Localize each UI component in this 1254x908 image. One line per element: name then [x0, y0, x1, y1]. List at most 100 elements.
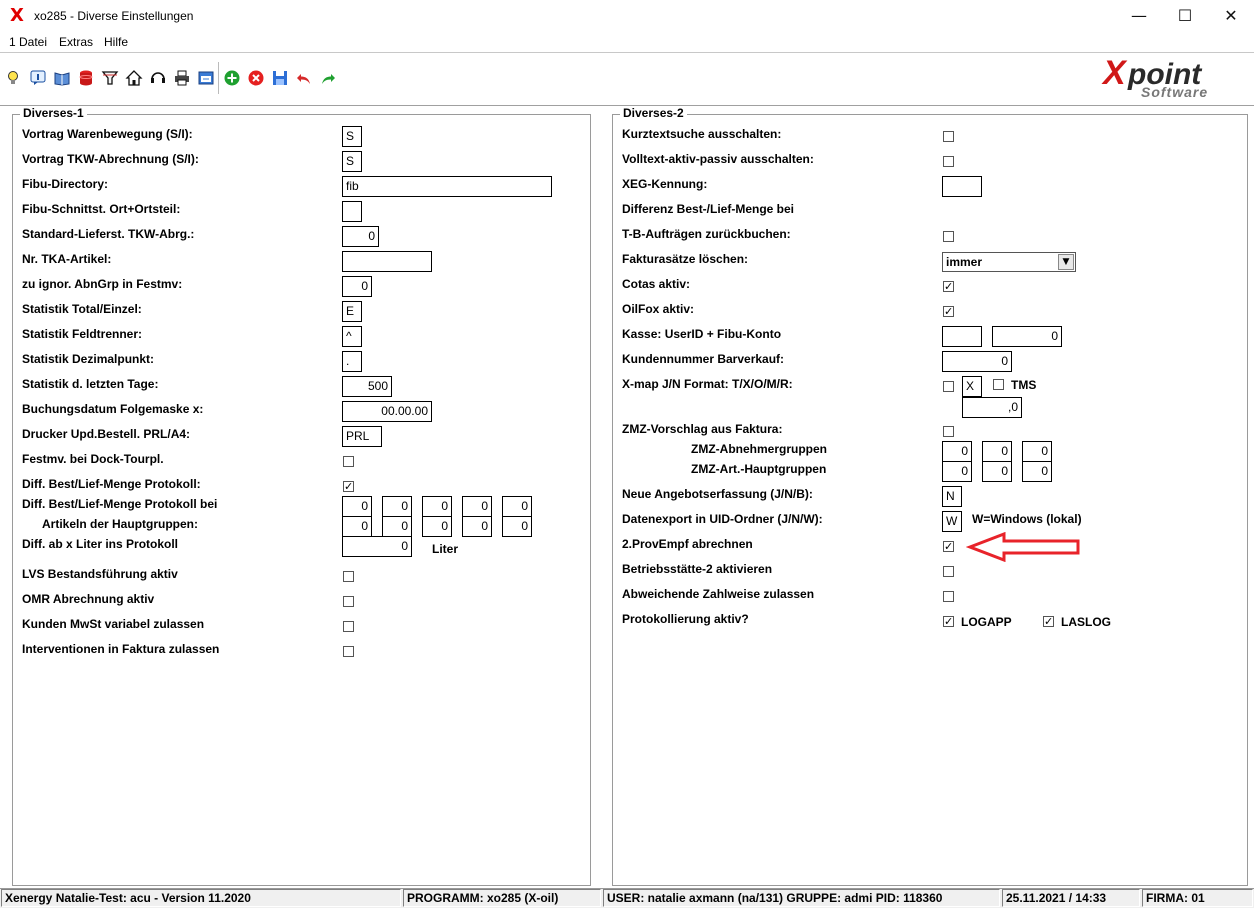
- checkbox-zmz-vorschlag[interactable]: [943, 426, 954, 437]
- field-zmz-hauptgruppe-3[interactable]: 0: [1022, 461, 1052, 482]
- field-vortrag-tkw[interactable]: S: [342, 151, 362, 172]
- field-statistik-feldtrenner[interactable]: ^: [342, 326, 362, 347]
- label-angebotserfassung: Neue Angebotserfassung (J/N/B):: [622, 487, 813, 501]
- status-version: Xenergy Natalie-Test: acu - Version 11.2…: [1, 889, 401, 907]
- label-fakturasaetze: Fakturasätze löschen:: [622, 252, 749, 266]
- print-icon[interactable]: [173, 68, 191, 88]
- checkbox-lvs-bestand[interactable]: [343, 571, 354, 582]
- field-drucker-upd[interactable]: PRL: [342, 426, 382, 447]
- checkbox-diff-protokoll[interactable]: ✓: [343, 481, 354, 492]
- field-hauptgruppe-1-1[interactable]: 0: [342, 496, 372, 517]
- label-zmz-hauptgruppen: ZMZ-Art.-Hauptgruppen: [691, 462, 827, 476]
- field-hauptgruppe-1-2[interactable]: 0: [382, 496, 412, 517]
- checkbox-betriebsstaette[interactable]: [943, 566, 954, 577]
- delete-icon[interactable]: [247, 68, 265, 88]
- filter-icon[interactable]: [101, 68, 119, 88]
- label-drucker-upd: Drucker Upd.Bestell. PRL/A4:: [22, 427, 191, 441]
- checkbox-festmv-dock[interactable]: [343, 456, 354, 467]
- field-hauptgruppe-2-4[interactable]: 0: [462, 516, 492, 537]
- label-statistik-dezimalpunkt: Statistik Dezimalpunkt:: [22, 352, 155, 366]
- checkbox-logapp[interactable]: ✓: [943, 616, 954, 627]
- label-statistik-feldtrenner: Statistik Feldtrenner:: [22, 327, 143, 341]
- close-icon[interactable]: ✕: [1208, 0, 1254, 32]
- checkbox-tms[interactable]: [993, 379, 1004, 390]
- field-datenexport[interactable]: W: [942, 511, 962, 532]
- label-tms: TMS: [1011, 378, 1037, 392]
- menu-extras[interactable]: Extras: [59, 35, 93, 49]
- status-programm: PROGRAMM: xo285 (X-oil): [403, 889, 601, 907]
- chevron-down-icon[interactable]: ▼: [1058, 254, 1074, 270]
- field-zmz-hauptgruppe-2[interactable]: 0: [982, 461, 1012, 482]
- headset-icon[interactable]: [149, 68, 167, 88]
- label-zmz-abnehmergruppen: ZMZ-Abnehmergruppen: [691, 442, 827, 456]
- field-zmz-abnehmer-2[interactable]: 0: [982, 441, 1012, 462]
- menu-hilfe[interactable]: Hilfe: [104, 35, 128, 49]
- checkbox-tb-auftraege[interactable]: [943, 231, 954, 242]
- field-zmz-hauptgruppe-1[interactable]: 0: [942, 461, 972, 482]
- label-liter-unit: Liter: [432, 542, 459, 556]
- field-hauptgruppe-2-3[interactable]: 0: [422, 516, 452, 537]
- menu-datei[interactable]: 1 Datei: [9, 35, 47, 49]
- field-vortrag-warenbewegung[interactable]: S: [342, 126, 362, 147]
- redo-icon[interactable]: [319, 68, 337, 88]
- minimize-icon[interactable]: —: [1116, 0, 1162, 32]
- field-hauptgruppe-1-4[interactable]: 0: [462, 496, 492, 517]
- field-diff-liter[interactable]: 0: [342, 536, 412, 557]
- field-xeg-kennung[interactable]: [942, 176, 982, 197]
- add-icon[interactable]: [223, 68, 241, 88]
- lightbulb-icon[interactable]: [4, 68, 22, 88]
- field-statistik-tage[interactable]: 500: [342, 376, 392, 397]
- field-hauptgruppe-2-1[interactable]: 0: [342, 516, 372, 537]
- checkbox-kurztextsuche[interactable]: [943, 131, 954, 142]
- checkbox-oilfox[interactable]: ✓: [943, 306, 954, 317]
- field-statistik-total[interactable]: E: [342, 301, 362, 322]
- field-xmap-extra[interactable]: ,0: [962, 397, 1022, 418]
- field-kasse-fibu-konto[interactable]: 0: [992, 326, 1062, 347]
- label-statistik-tage: Statistik d. letzten Tage:: [22, 377, 159, 391]
- book-icon[interactable]: [53, 68, 71, 88]
- info-icon[interactable]: [29, 68, 47, 88]
- checkbox-xmap[interactable]: [943, 381, 954, 392]
- checkbox-kunden-mwst[interactable]: [343, 621, 354, 632]
- label-interventionen: Interventionen in Faktura zulassen: [22, 642, 220, 656]
- label-diff-liter: Diff. ab x Liter ins Protokoll: [22, 537, 179, 551]
- checkbox-abweichende-zahlweise[interactable]: [943, 591, 954, 602]
- field-ignor-abngrp[interactable]: 0: [342, 276, 372, 297]
- xpoint-logo: X point Software: [1101, 54, 1251, 102]
- field-fibu-directory[interactable]: fib: [342, 176, 552, 197]
- label-cotas: Cotas aktiv:: [622, 277, 691, 291]
- checkbox-omr-abrechnung[interactable]: [343, 596, 354, 607]
- field-statistik-dezimalpunkt[interactable]: .: [342, 351, 362, 372]
- label-xmap: X-map J/N Format: T/X/O/M/R:: [622, 377, 793, 391]
- field-fibu-schnittstelle[interactable]: [342, 201, 362, 222]
- checkbox-laslog[interactable]: ✓: [1043, 616, 1054, 627]
- undo-icon[interactable]: [295, 68, 313, 88]
- home-icon[interactable]: [125, 68, 143, 88]
- select-fakturasaetze[interactable]: immer ▼: [942, 252, 1076, 272]
- field-standard-lieferst[interactable]: 0: [342, 226, 379, 247]
- field-kasse-userid[interactable]: [942, 326, 982, 347]
- checkbox-interventionen[interactable]: [343, 646, 354, 657]
- window-icon[interactable]: [197, 68, 215, 88]
- checkbox-provempf[interactable]: ✓: [943, 541, 954, 552]
- checkbox-cotas[interactable]: ✓: [943, 281, 954, 292]
- field-hauptgruppe-1-3[interactable]: 0: [422, 496, 452, 517]
- window-title: xo285 - Diverse Einstellungen: [34, 9, 194, 23]
- field-angebotserfassung[interactable]: N: [942, 486, 962, 507]
- database-icon[interactable]: [77, 68, 95, 88]
- field-xmap-format[interactable]: X: [962, 376, 982, 397]
- checkbox-volltext[interactable]: [943, 156, 954, 167]
- save-icon[interactable]: [271, 68, 289, 88]
- field-tka-artikel[interactable]: [342, 251, 432, 272]
- field-zmz-abnehmer-1[interactable]: 0: [942, 441, 972, 462]
- maximize-icon[interactable]: ☐: [1162, 0, 1208, 32]
- label-laslog: LASLOG: [1061, 615, 1111, 629]
- field-hauptgruppe-2-5[interactable]: 0: [502, 516, 532, 537]
- label-provempf: 2.ProvEmpf abrechnen: [622, 537, 753, 551]
- field-buchungsdatum[interactable]: 00.00.00: [342, 401, 432, 422]
- label-abweichende-zahlweise: Abweichende Zahlweise zulassen: [622, 587, 815, 601]
- field-hauptgruppe-2-2[interactable]: 0: [382, 516, 412, 537]
- field-kundennummer-barverkauf[interactable]: 0: [942, 351, 1012, 372]
- field-zmz-abnehmer-3[interactable]: 0: [1022, 441, 1052, 462]
- field-hauptgruppe-1-5[interactable]: 0: [502, 496, 532, 517]
